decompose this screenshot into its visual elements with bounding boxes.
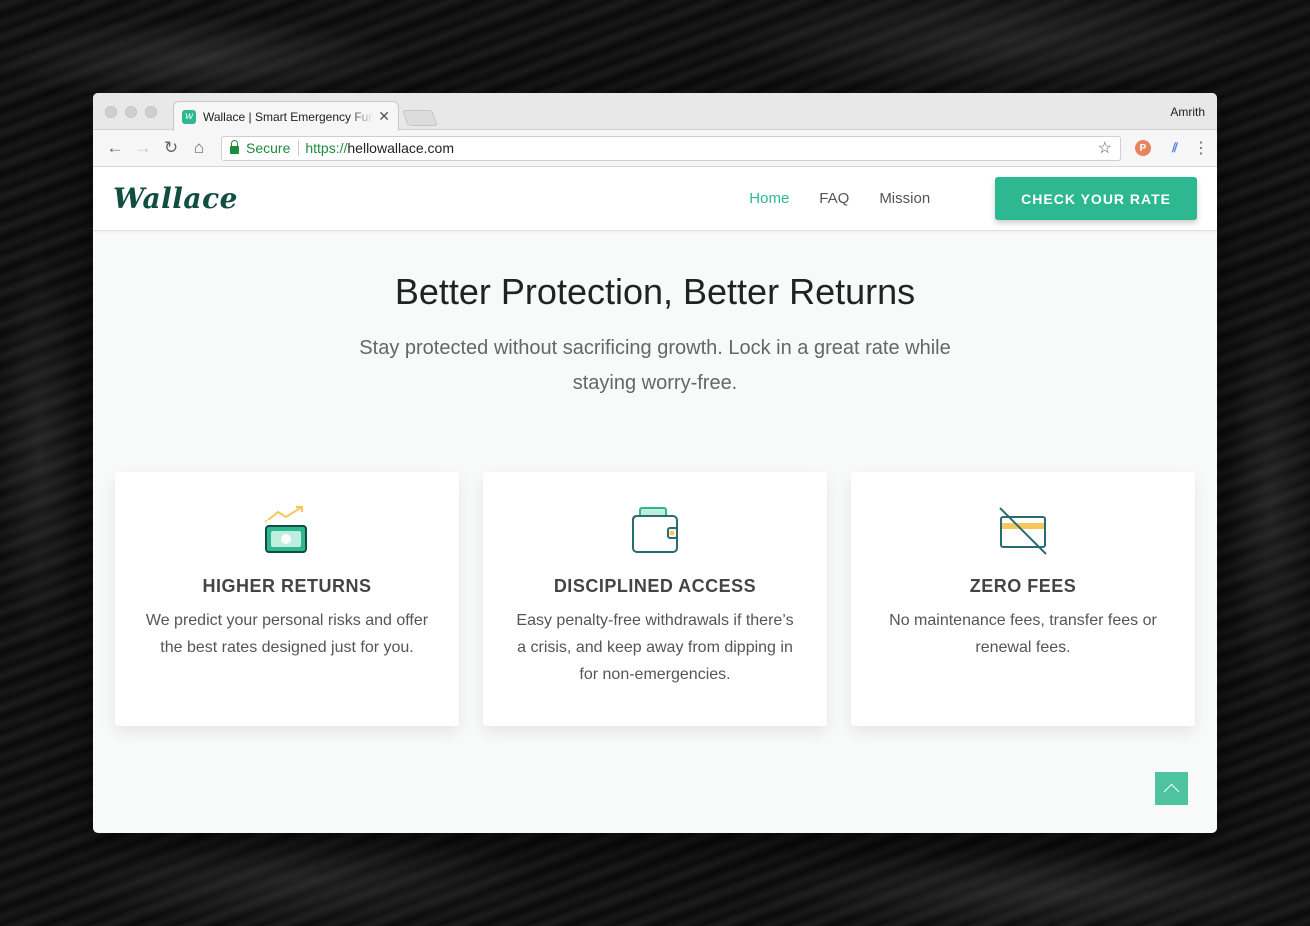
url-host: hellowallace.com	[347, 140, 454, 156]
browser-toolbar: ← → ↻ ⌂ Secure https:// hellowallace.com…	[93, 130, 1217, 167]
browser-menu-icon[interactable]: ⋮	[1193, 138, 1209, 158]
feature-cards: HIGHER RETURNS We predict your personal …	[115, 472, 1195, 726]
profile-name[interactable]: Amrith	[1170, 105, 1205, 119]
maximize-window-button[interactable]	[145, 106, 157, 118]
close-tab-icon[interactable]: ✕	[378, 108, 390, 125]
divider	[298, 140, 300, 156]
money-growth-icon	[265, 506, 307, 553]
feature-title: ZERO FEES	[969, 576, 1077, 596]
feature-text: No maintenance fees, transfer fees or re…	[889, 612, 1157, 656]
browser-tab[interactable]: w Wallace | Smart Emergency Fund ✕	[173, 101, 399, 131]
nav-mission[interactable]: Mission	[879, 190, 930, 207]
minimize-window-button[interactable]	[125, 106, 137, 118]
feature-card-higher-returns: HIGHER RETURNS We predict your personal …	[115, 472, 459, 726]
secure-label: Secure	[246, 140, 291, 156]
main-nav: Home FAQ Mission	[749, 190, 930, 207]
address-bar[interactable]: Secure https:// hellowallace.com ☆	[221, 135, 1121, 161]
chevron-up-icon	[1163, 783, 1180, 799]
feature-title: DISCIPLINED ACCESS	[553, 576, 757, 596]
site-header: Wallace Home FAQ Mission CHECK YOUR RATE	[93, 167, 1217, 231]
scroll-to-top-button[interactable]	[1155, 772, 1188, 805]
feature-title: HIGHER RETURNS	[202, 576, 372, 596]
feature-text: Easy penalty-free withdrawals if there’s…	[516, 612, 794, 683]
hero-subtitle: Stay protected without sacrificing growt…	[359, 337, 951, 394]
extension-stripes-icon[interactable]: ⫽	[1167, 140, 1183, 156]
back-arrow-icon[interactable]: ←	[101, 138, 129, 158]
site-logo[interactable]: Wallace	[113, 182, 238, 215]
tab-title: Wallace | Smart Emergency Fund	[202, 109, 375, 124]
feature-card-disciplined-access: DISCIPLINED ACCESS Easy penalty-free wit…	[483, 472, 827, 726]
nav-faq[interactable]: FAQ	[819, 190, 849, 207]
wallet-icon	[632, 507, 678, 553]
reload-icon[interactable]: ↻	[157, 138, 185, 158]
feature-text: We predict your personal risks and offer…	[145, 612, 429, 656]
url-scheme: https://	[305, 140, 348, 156]
new-tab-button[interactable]	[402, 110, 438, 126]
extension-p-icon[interactable]: P	[1135, 140, 1151, 156]
lock-icon	[230, 140, 239, 154]
nav-home[interactable]: Home	[749, 190, 789, 207]
hero-title: Better Protection, Better Returns	[394, 271, 916, 312]
home-icon[interactable]: ⌂	[185, 138, 213, 158]
favicon-icon: w	[182, 109, 196, 124]
browser-window: w Wallace | Smart Emergency Fund ✕ Amrit…	[93, 93, 1217, 833]
check-rate-button[interactable]: CHECK YOUR RATE	[995, 177, 1197, 220]
window-controls	[105, 106, 157, 118]
feature-card-zero-fees: ZERO FEES No maintenance fees, transfer …	[851, 472, 1195, 726]
no-card-icon	[999, 507, 1047, 555]
tab-bar: w Wallace | Smart Emergency Fund ✕ Amrit…	[93, 93, 1217, 131]
bookmark-star-icon[interactable]: ☆	[1098, 138, 1112, 158]
hero-section: Better Protection, Better Returns Stay p…	[93, 231, 1217, 401]
forward-arrow-icon[interactable]: →	[129, 138, 157, 158]
close-window-button[interactable]	[105, 106, 117, 118]
